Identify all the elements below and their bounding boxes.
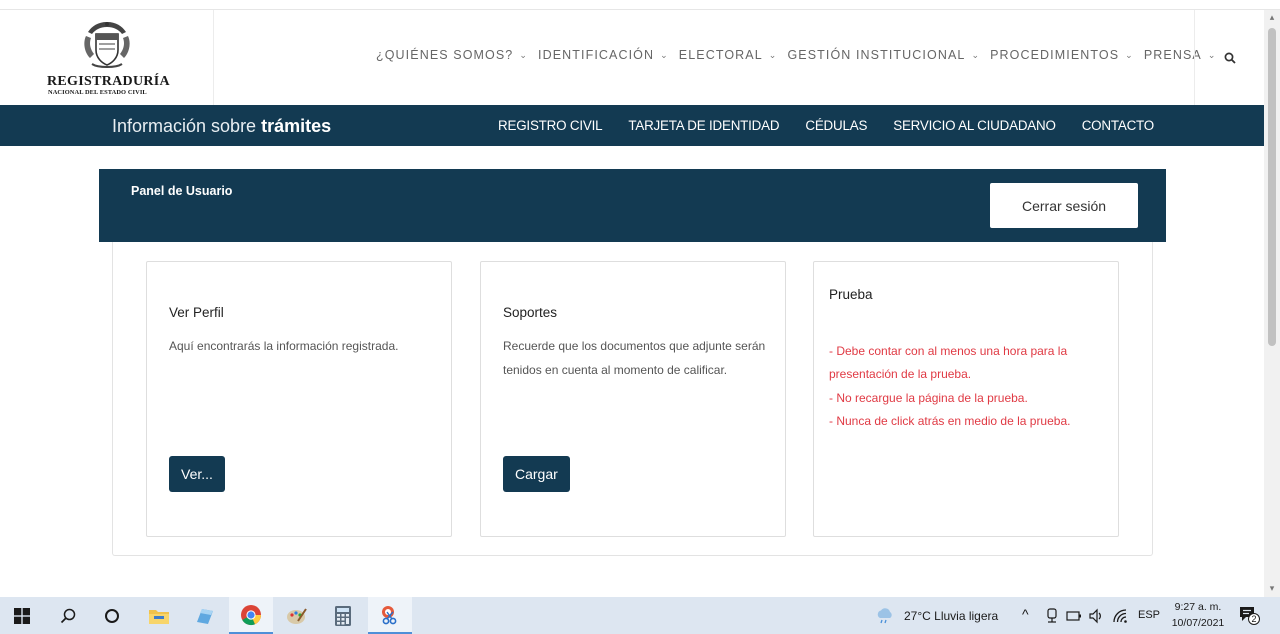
link-registro-civil[interactable]: REGISTRO CIVIL (498, 118, 603, 133)
card-title: Prueba (829, 287, 873, 302)
snipping-tool-button[interactable] (368, 597, 412, 634)
tramites-title-prefix: Información sobre (112, 116, 262, 136)
chevron-down-icon: ⌄ (768, 49, 778, 60)
volume-icon[interactable] (1088, 608, 1104, 624)
card-text: Recuerde que los documentos que adjunte … (503, 339, 766, 377)
nav-item-electoral[interactable]: ELECTORAL ⌄ (679, 48, 778, 62)
scroll-down-arrow-icon[interactable]: ▾ (1267, 583, 1277, 593)
ver-perfil-button[interactable]: Ver... (169, 456, 225, 492)
tramites-links: REGISTRO CIVIL TARJETA DE IDENTIDAD CÉDU… (498, 118, 1180, 133)
nav-item-procedimientos[interactable]: PROCEDIMIENTOS ⌄ (990, 48, 1134, 62)
logout-button[interactable]: Cerrar sesión (990, 183, 1138, 228)
nav-item-label: ¿QUIÉNES SOMOS? (376, 48, 514, 62)
warning-line: - Debe contar con al menos una hora para… (829, 344, 1068, 382)
chevron-up-icon[interactable]: ^ (1022, 606, 1029, 622)
app-window-icon (197, 608, 213, 624)
browser-chrome-strip (0, 0, 1280, 10)
tramites-bar: Información sobre trámites REGISTRO CIVI… (0, 105, 1264, 146)
warning-line: - No recargue la página de la prueba. (829, 390, 1028, 405)
tramites-title[interactable]: Información sobre trámites (112, 116, 331, 137)
nav-item-label: IDENTIFICACIÓN (538, 48, 655, 62)
card-text: Aquí encontrarás la información registra… (169, 339, 399, 353)
card-ver-perfil: Ver Perfil Aquí encontrarás la informaci… (146, 261, 452, 537)
task-view-button[interactable] (90, 597, 134, 634)
scroll-up-arrow-icon[interactable]: ▴ (1267, 12, 1277, 22)
scroll-thumb[interactable] (1268, 28, 1276, 346)
main-nav: ¿QUIÉNES SOMOS? ⌄ IDENTIFICACIÓN ⌄ ELECTOR… (376, 48, 1227, 62)
app-blue-button[interactable] (183, 597, 227, 634)
chevron-down-icon: ⌄ (660, 49, 669, 60)
meet-now-icon[interactable] (1046, 608, 1058, 624)
nav-item-label: GESTIÓN INSTITUCIONAL (787, 48, 966, 62)
chrome-icon (241, 604, 262, 625)
prueba-warnings: - Debe contar con al menos una hora para… (829, 340, 1114, 433)
site-header: REGISTRADURÍA NACIONAL DEL ESTADO CIVIL … (0, 10, 1264, 105)
card-title: Soportes (503, 305, 558, 320)
chevron-down-icon: ⌄ (1125, 49, 1134, 60)
coat-of-arms-icon (84, 22, 130, 68)
logo-subtitle: NACIONAL DEL ESTADO CIVIL (48, 89, 147, 96)
link-tarjeta-identidad[interactable]: TARJETA DE IDENTIDAD (628, 118, 779, 133)
page-scrollbar[interactable]: ▴ ▾ (1264, 10, 1280, 597)
calculator-button[interactable] (321, 597, 365, 634)
windows-logo-icon (14, 607, 30, 624)
windows-taskbar: 27°C Lluvia ligera ^ ESP 9:27 a. m. 10/0… (0, 597, 1280, 634)
link-contacto[interactable]: CONTACTO (1082, 118, 1154, 133)
card-title: Ver Perfil (169, 305, 224, 320)
chevron-down-icon: ⌄ (519, 49, 529, 60)
search-icon (60, 608, 76, 623)
nav-item-identificacion[interactable]: IDENTIFICACIÓN ⌄ (538, 48, 669, 62)
nav-item-label: PROCEDIMIENTOS (990, 48, 1120, 62)
cortana-circle-icon (105, 608, 119, 623)
scissors-icon (382, 605, 397, 624)
nav-item-quienes-somos[interactable]: ¿QUIÉNES SOMOS? ⌄ (376, 48, 528, 62)
card-soportes: Soportes Recuerde que los documentos que… (480, 261, 786, 537)
panel-title: Panel de Usuario (131, 184, 233, 198)
chevron-down-icon: ⌄ (971, 49, 981, 60)
weather-rain-icon (877, 608, 892, 624)
link-cedulas[interactable]: CÉDULAS (805, 118, 867, 133)
nav-item-label: ELECTORAL (678, 48, 763, 62)
cargar-soportes-button[interactable]: Cargar (503, 456, 570, 492)
weather-text[interactable]: 27°C Lluvia ligera (904, 609, 998, 623)
chrome-button[interactable] (229, 597, 273, 634)
notification-count: 2 (1248, 613, 1260, 625)
card-prueba: Prueba - Debe contar con al menos una ho… (813, 261, 1119, 537)
clock-time[interactable]: 9:27 a. m. (1166, 601, 1230, 613)
user-panel-header: Panel de Usuario Cerrar sesión (99, 169, 1166, 242)
link-servicio-ciudadano[interactable]: SERVICIO AL CIUDADANO (893, 118, 1056, 133)
folder-icon (149, 609, 169, 624)
paint-palette-icon (287, 607, 307, 624)
start-button[interactable] (0, 597, 44, 634)
logo[interactable]: REGISTRADURÍA NACIONAL DEL ESTADO CIVIL (0, 10, 214, 105)
battery-icon[interactable] (1066, 609, 1082, 623)
language-indicator[interactable]: ESP (1138, 609, 1160, 621)
page: REGISTRADURÍA NACIONAL DEL ESTADO CIVIL … (0, 0, 1280, 634)
action-center-button[interactable]: 2 (1238, 605, 1262, 627)
calculator-icon (335, 605, 351, 626)
nav-item-gestion-institucional[interactable]: GESTIÓN INSTITUCIONAL ⌄ (787, 48, 980, 62)
paint-app-button[interactable] (275, 597, 319, 634)
tramites-title-bold: trámites (261, 116, 332, 136)
clock-date[interactable]: 10/07/2021 (1166, 617, 1230, 629)
logo-title: REGISTRADURÍA (47, 74, 170, 89)
file-explorer-button[interactable] (137, 597, 181, 634)
wifi-icon[interactable] (1112, 608, 1128, 624)
taskbar-search-button[interactable] (46, 597, 90, 634)
warning-line: - Nunca de click atrás en medio de la pr… (829, 413, 1071, 428)
search-button[interactable] (1194, 10, 1264, 105)
search-icon (1224, 52, 1236, 64)
